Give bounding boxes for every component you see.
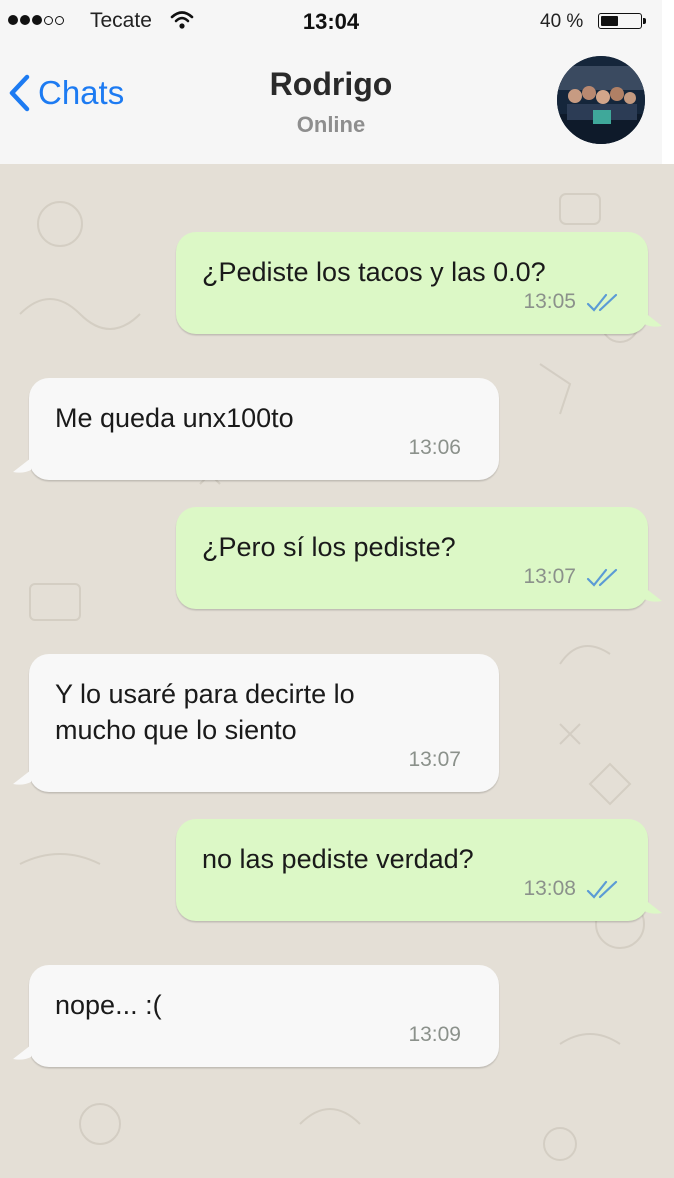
message-meta: 13:05 (523, 284, 620, 320)
message-time: 13:09 (408, 1023, 461, 1046)
message-meta: 13:08 (523, 871, 620, 907)
message-time: 13:08 (523, 877, 576, 900)
incoming-message[interactable]: Me queda unx100to 13:06 (13, 378, 499, 480)
double-check-icon (586, 880, 618, 899)
incoming-message[interactable]: Y lo usaré para decirte lo mucho que lo … (13, 654, 499, 792)
chat-area[interactable]: ¿Pediste los tacos y las 0.0? 13:05 Me q… (0, 164, 674, 1178)
message-time: 13:05 (523, 290, 576, 313)
avatar[interactable] (557, 56, 645, 144)
message-meta: 13:07 (408, 742, 461, 778)
message-time: 13:06 (408, 436, 461, 459)
outgoing-message[interactable]: no las pediste verdad? 13:08 (176, 819, 662, 921)
message-meta: 13:09 (408, 1017, 461, 1053)
outgoing-message[interactable]: ¿Pero sí los pediste? 13:07 (176, 507, 662, 609)
message-meta: 13:07 (523, 559, 620, 595)
outgoing-message[interactable]: ¿Pediste los tacos y las 0.0? 13:05 (176, 232, 662, 334)
double-check-icon (586, 568, 618, 587)
double-check-icon (586, 293, 618, 312)
edge-strip (662, 0, 674, 164)
message-text: Y lo usaré para decirte lo mucho que lo … (55, 679, 355, 745)
status-bar: Tecate 13:04 40 % (0, 0, 662, 44)
message-time: 13:07 (523, 565, 576, 588)
battery-icon (598, 13, 646, 29)
chat-header: Chats Rodrigo Online (0, 44, 662, 164)
message-time: 13:07 (408, 748, 461, 771)
incoming-message[interactable]: nope... :( 13:09 (13, 965, 499, 1067)
battery-percent: 40 % (540, 11, 584, 32)
message-meta: 13:06 (408, 430, 461, 466)
